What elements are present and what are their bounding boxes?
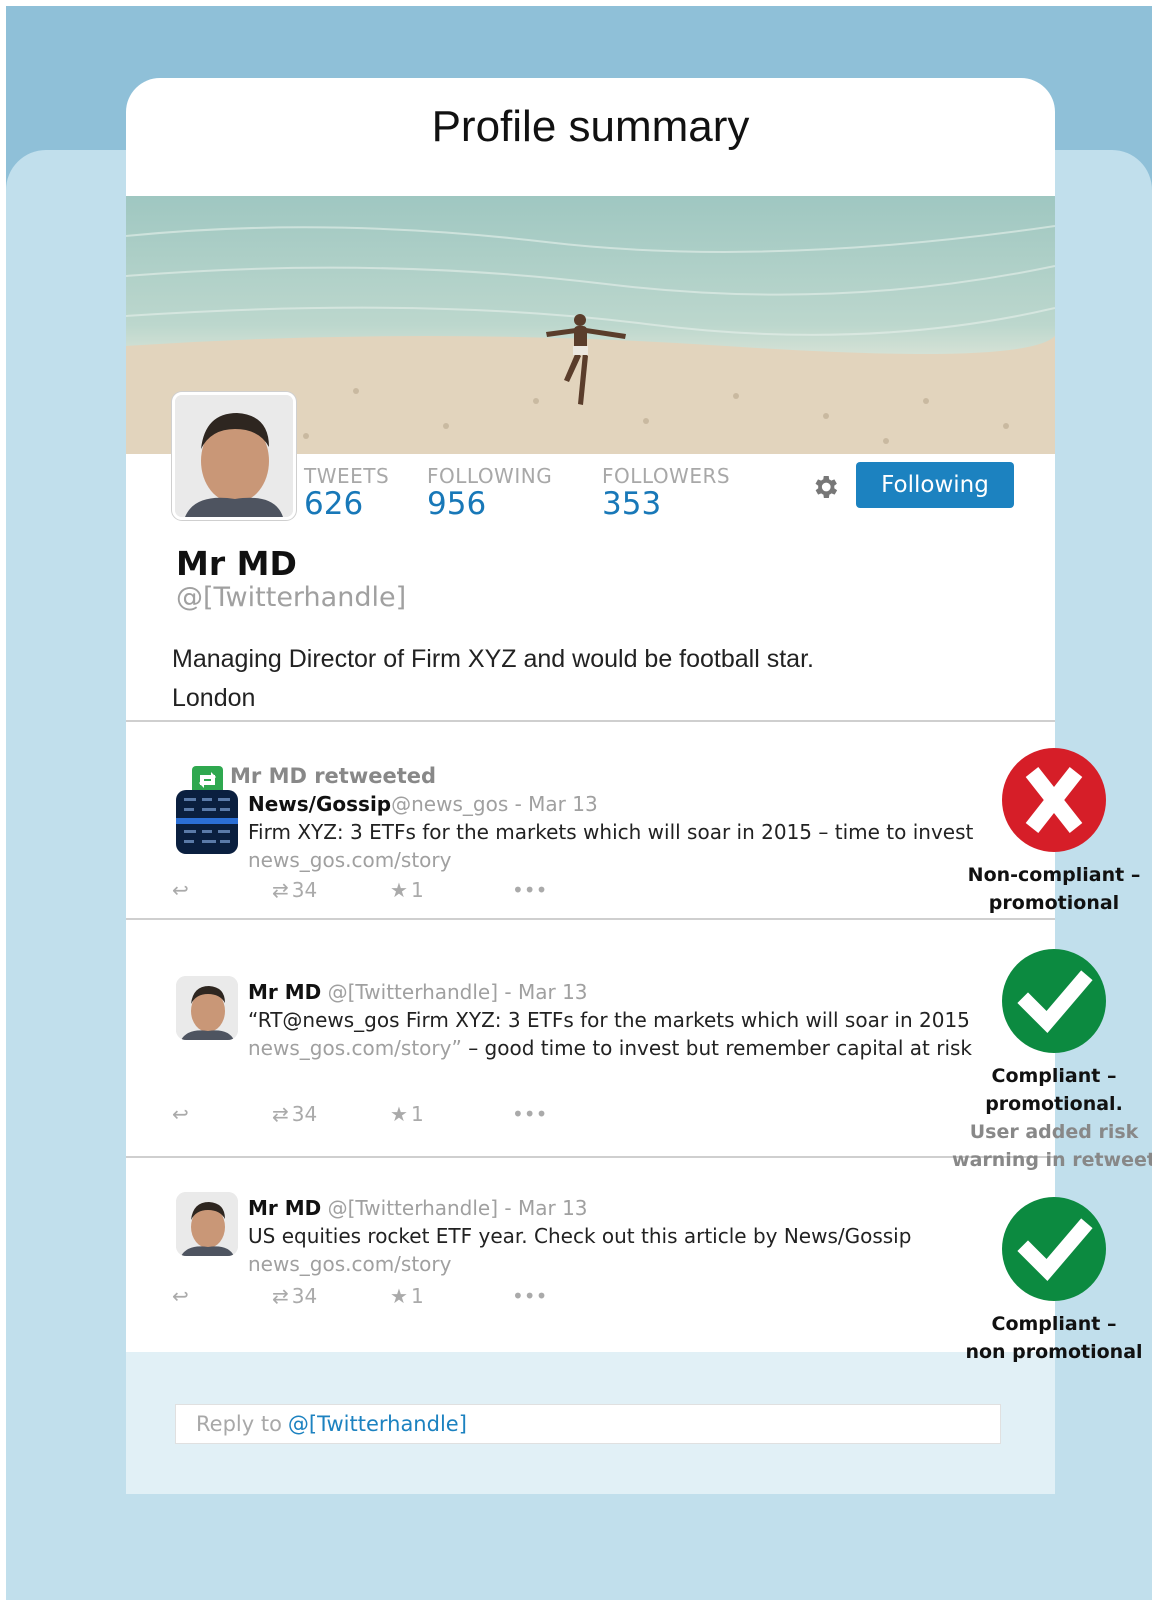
verdict-caption-2: Compliant – promotional. User added risk… [949,1062,1152,1174]
more-icon[interactable]: ••• [512,1284,547,1308]
profile-bio: Managing Director of Firm XYZ and would … [172,640,814,718]
favorite-action[interactable]: ★ 1 [390,1284,424,1308]
tweet-avatar[interactable] [176,1192,238,1256]
star-icon: ★ [390,1102,408,1126]
divider [126,720,1055,722]
star-icon: ★ [390,1284,408,1308]
tweet-meta: @[Twitterhandle] - Mar 13 [321,980,588,1004]
verdict-caption-3: Compliant – non promotional [949,1310,1152,1366]
retweet-action[interactable]: ⇄ 34 [272,1102,317,1126]
reply-prefix: Reply to [196,1412,282,1436]
noncompliant-x-icon [1002,748,1106,852]
mrmd-avatar-image [176,1192,238,1256]
news-avatar-image [176,790,238,854]
more-icon[interactable]: ••• [512,878,547,902]
verdict-line: promotional [988,892,1120,914]
verdict-note: User added risk [969,1121,1139,1143]
retweet-small-icon: ⇄ [272,878,289,902]
verdict-line: non promotional [965,1341,1143,1363]
tweet-meta: @news_gos - Mar 13 [391,792,598,816]
profile-name: Mr MD [176,544,297,583]
profile-handle[interactable]: @[Twitterhandle] [176,582,406,613]
tweet-actions: ↩ ⇄ 34 ★ 1 ••• [172,1284,572,1310]
tweet-actions: ↩ ⇄ 34 ★ 1 ••• [172,878,572,904]
bio-text: Managing Director of Firm XYZ and would … [172,645,814,673]
compliant-check-icon [1002,1197,1106,1301]
favorite-count: 1 [410,1284,424,1308]
retweet-small-icon: ⇄ [272,1102,289,1126]
divider [126,1156,1055,1158]
tweet-link[interactable]: news_gos.com/story [248,848,451,872]
favorite-count: 1 [410,1102,424,1126]
tweet-text: “RT@news_gos Firm XYZ: 3 ETFs for the ma… [248,1008,970,1032]
profile-card: Profile summary TWEETS 626 FOLLOWING 956… [126,78,1055,1494]
reply-input[interactable]: Reply to @[Twitterhandle] [175,1404,1001,1444]
following-button[interactable]: Following [856,462,1014,508]
tweet-actions: ↩ ⇄ 34 ★ 1 ••• [172,1102,572,1128]
bio-location: London [172,684,256,712]
reply-footer: Reply to @[Twitterhandle] [126,1352,1055,1494]
tweet-author[interactable]: Mr MD [248,1196,321,1220]
retweet-count: 34 [291,1102,318,1126]
stat-following[interactable]: FOLLOWING 956 [427,464,552,522]
tweet-header: News/Gossip@news_gos - Mar 13 [248,792,598,816]
tweet-link[interactable]: news_gos.com/story [248,1252,451,1276]
favorite-action[interactable]: ★ 1 [390,1102,424,1126]
stat-label: FOLLOWERS [602,464,731,488]
tweet-link[interactable]: news_gos.com/story” [248,1036,462,1060]
retweet-count: 34 [291,878,318,902]
tweet-header: Mr MD @[Twitterhandle] - Mar 13 [248,1196,588,1220]
retweet-label: Mr MD retweeted [230,764,437,788]
stat-value: 353 [602,486,662,522]
stat-tweets[interactable]: TWEETS 626 [304,464,389,522]
verdict-note: warning in retweet [952,1149,1152,1171]
compliant-check-icon [1002,949,1106,1053]
verdict-line: Non-compliant – [967,864,1141,886]
retweet-small-icon: ⇄ [272,1284,289,1308]
tweet-text-continued: news_gos.com/story” – good time to inves… [248,1036,972,1060]
verdict-caption-1: Non-compliant – promotional [949,861,1152,917]
stat-label: TWEETS [304,464,390,488]
retweet-count: 34 [291,1284,318,1308]
page-title: Profile summary [431,102,750,151]
tweet-author[interactable]: News/Gossip [248,792,391,816]
tweet-header: Mr MD @[Twitterhandle] - Mar 13 [248,980,588,1004]
stat-value: 956 [427,486,487,522]
stat-label: FOLLOWING [427,464,553,488]
reply-icon[interactable]: ↩ [172,1102,189,1126]
profile-photo [175,395,293,517]
stat-value: 626 [304,486,364,522]
tweet-author[interactable]: Mr MD [248,980,321,1004]
tweet-text: Firm XYZ: 3 ETFs for the markets which w… [248,820,974,844]
verdict-line: Compliant – [991,1313,1117,1335]
tweet-comment: – good time to invest but remember capit… [461,1036,973,1060]
reply-icon[interactable]: ↩ [172,1284,189,1308]
gear-icon[interactable] [810,472,840,502]
retweet-action[interactable]: ⇄ 34 [272,878,317,902]
divider [126,918,1055,920]
reply-handle: @[Twitterhandle] [287,1412,467,1436]
verdict-line: Compliant – [991,1065,1117,1087]
verdict-line: promotional. [985,1093,1123,1115]
retweet-action[interactable]: ⇄ 34 [272,1284,317,1308]
tweet-avatar[interactable] [176,790,238,854]
more-icon[interactable]: ••• [512,1102,547,1126]
mrmd-avatar-image [176,976,238,1040]
favorite-count: 1 [410,878,424,902]
favorite-action[interactable]: ★ 1 [390,878,424,902]
tweet-text: US equities rocket ETF year. Check out t… [248,1224,912,1248]
star-icon: ★ [390,878,408,902]
tweet-meta: @[Twitterhandle] - Mar 13 [321,1196,588,1220]
profile-avatar[interactable] [172,392,296,520]
stat-followers[interactable]: FOLLOWERS 353 [602,464,730,522]
reply-icon[interactable]: ↩ [172,878,189,902]
tweet-avatar[interactable] [176,976,238,1040]
